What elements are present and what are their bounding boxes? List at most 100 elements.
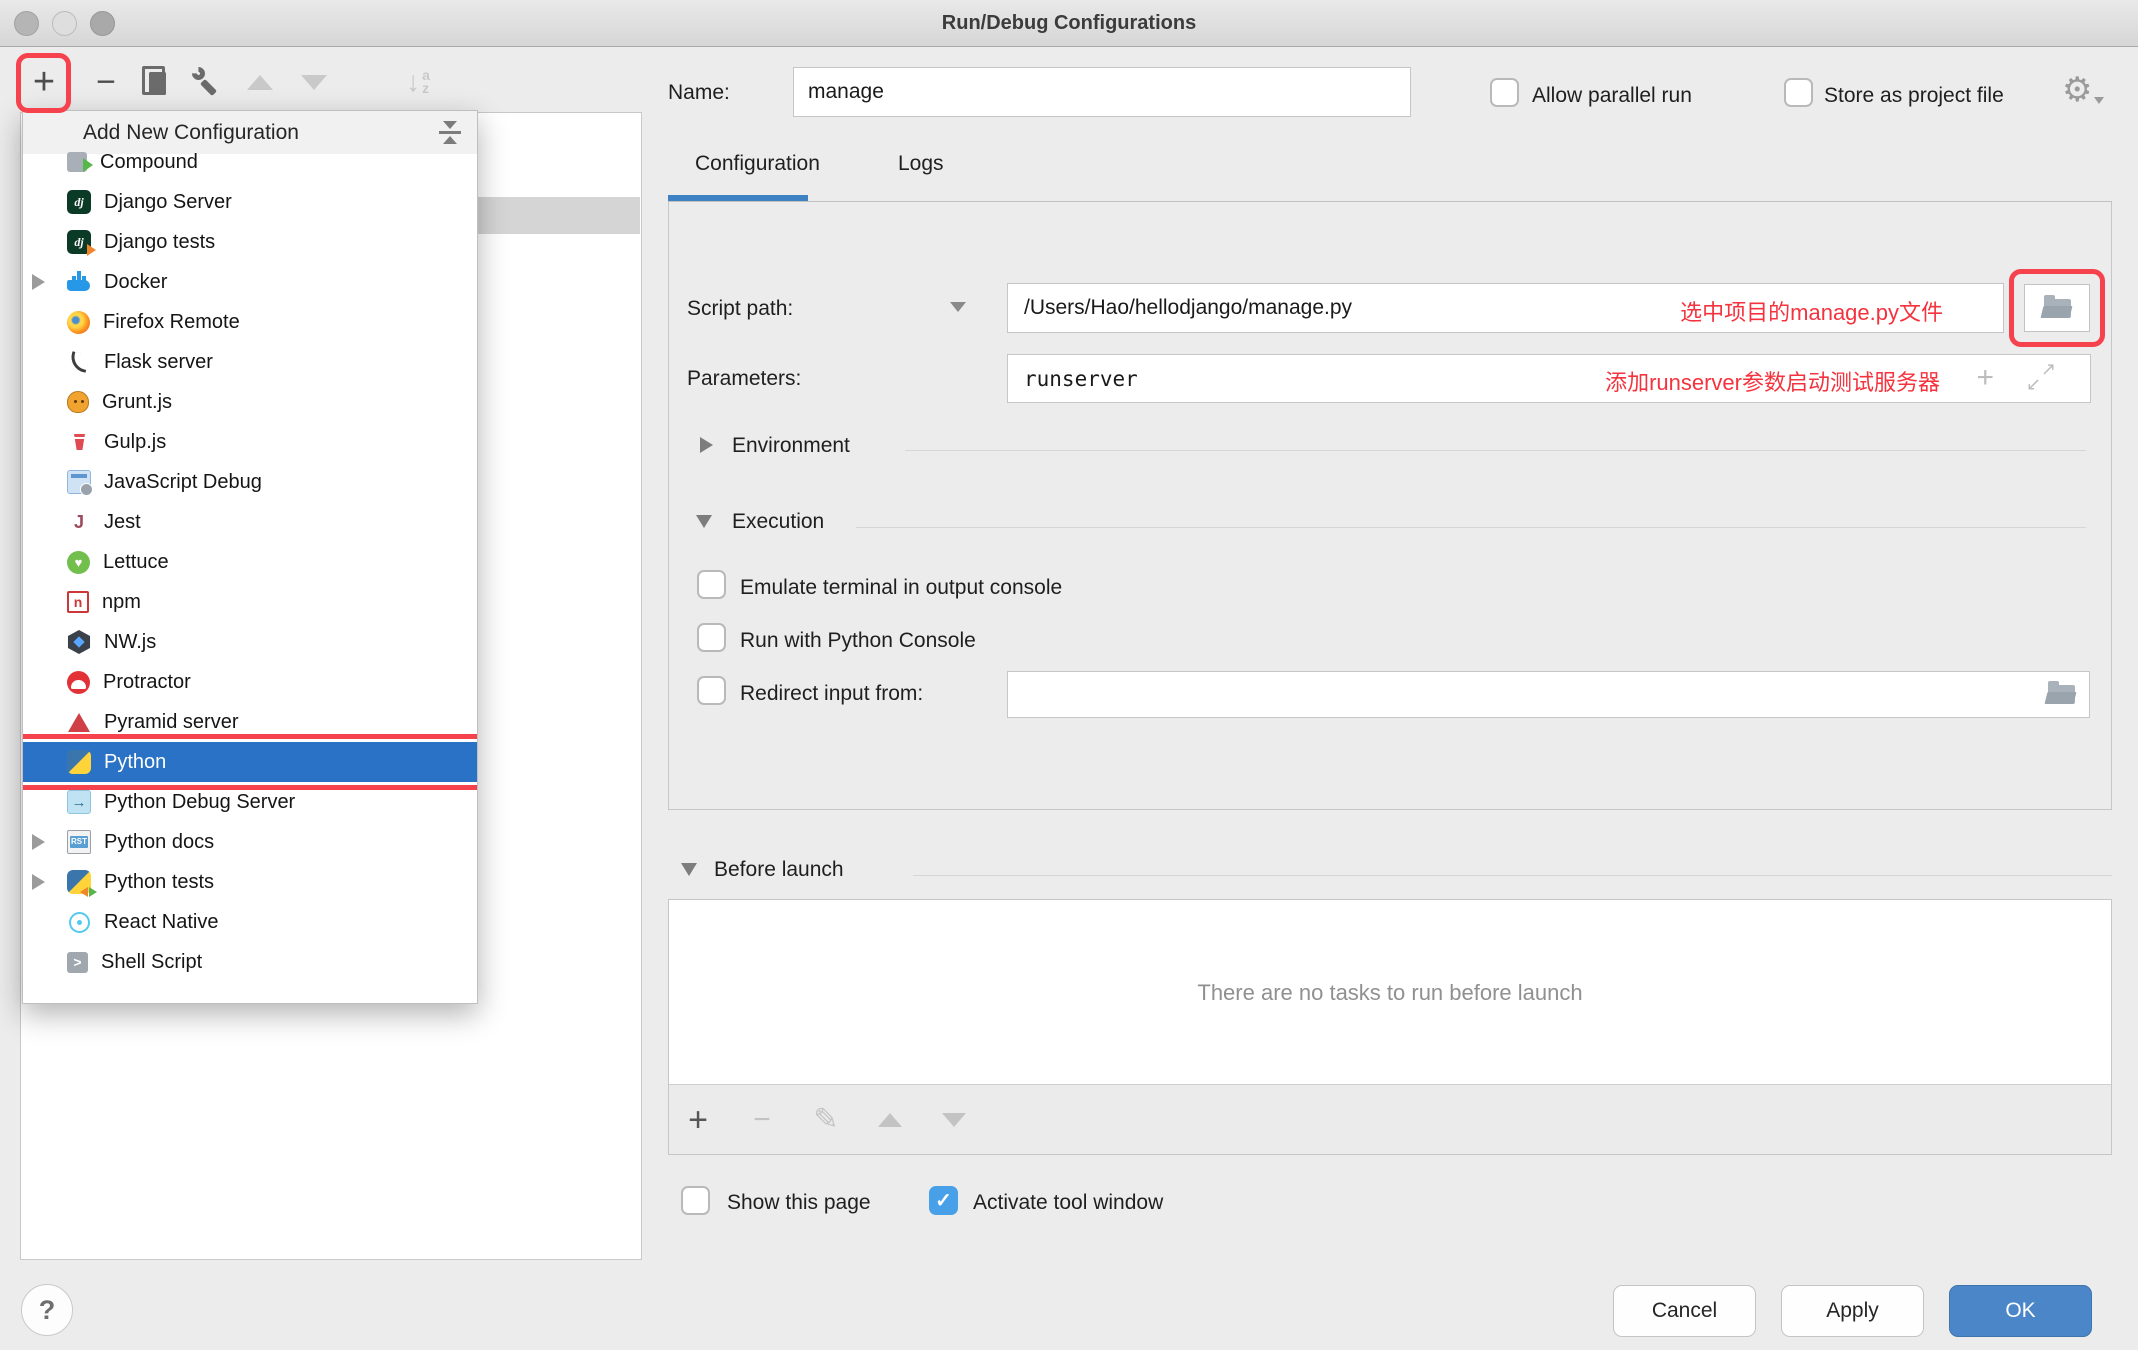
configuration-type-item-django-server[interactable]: Django Server bbox=[23, 182, 477, 222]
configuration-type-item-compound[interactable]: Compound bbox=[23, 142, 477, 182]
parameters-field[interactable]: runserver 添加runserver参数启动测试服务器 + bbox=[1007, 354, 2091, 403]
pyramid-icon bbox=[67, 710, 91, 734]
add-new-configuration-popup: Add New Configuration CompoundDjango Ser… bbox=[22, 110, 478, 1004]
move-up-button[interactable] bbox=[238, 60, 282, 104]
allow-parallel-run-checkbox[interactable] bbox=[1490, 78, 1519, 107]
flask-icon bbox=[67, 350, 91, 374]
cancel-button[interactable]: Cancel bbox=[1613, 1285, 1756, 1337]
before-launch-divider bbox=[913, 875, 2112, 876]
configuration-type-label: Django tests bbox=[104, 231, 215, 254]
activate-tool-window-checkbox[interactable] bbox=[929, 1186, 958, 1215]
tab-logs[interactable]: Logs bbox=[898, 152, 944, 176]
title-bar: Run/Debug Configurations bbox=[0, 0, 2138, 47]
configuration-type-item-firefox-remote[interactable]: Firefox Remote bbox=[23, 302, 477, 342]
collapse-all-icon[interactable] bbox=[439, 121, 461, 144]
configuration-type-item-python-tests[interactable]: Python tests bbox=[23, 862, 477, 902]
add-configuration-button[interactable] bbox=[22, 60, 66, 104]
before-launch-tasks-panel: There are no tasks to run before launch bbox=[668, 899, 2112, 1155]
traffic-lights bbox=[14, 11, 115, 36]
sort-configurations-button[interactable]: ↓ az bbox=[396, 60, 440, 104]
run-with-python-console-checkbox[interactable] bbox=[697, 623, 726, 652]
npm-icon bbox=[67, 591, 89, 613]
browse-script-path-button[interactable] bbox=[2024, 284, 2090, 332]
configuration-type-item-flask-server[interactable]: Flask server bbox=[23, 342, 477, 382]
plus-icon[interactable]: + bbox=[1976, 361, 1994, 395]
allow-parallel-run-label: Allow parallel run bbox=[1532, 84, 1692, 108]
javascript-debug-icon bbox=[67, 470, 91, 494]
edit-task-button[interactable] bbox=[809, 1103, 843, 1137]
emulate-terminal-checkbox[interactable] bbox=[697, 570, 726, 599]
move-task-up-button[interactable] bbox=[873, 1103, 907, 1137]
lettuce-icon bbox=[67, 551, 90, 574]
configuration-type-item-grunt-js[interactable]: Grunt.js bbox=[23, 382, 477, 422]
configuration-type-item-javascript-debug[interactable]: JavaScript Debug bbox=[23, 462, 477, 502]
script-path-field[interactable]: /Users/Hao/hellodjango/manage.py 选中项目的ma… bbox=[1007, 283, 2004, 333]
close-window-button[interactable] bbox=[14, 11, 39, 36]
expand-arrow-icon[interactable] bbox=[32, 834, 45, 850]
configuration-type-item-react-native[interactable]: React Native bbox=[23, 902, 477, 942]
store-as-project-file-checkbox[interactable] bbox=[1784, 78, 1813, 107]
configuration-type-item-docker[interactable]: Docker bbox=[23, 262, 477, 302]
parameters-label: Parameters: bbox=[687, 367, 801, 391]
tab-configuration[interactable]: Configuration bbox=[695, 152, 820, 176]
django-server-icon bbox=[67, 190, 91, 214]
apply-button[interactable]: Apply bbox=[1781, 1285, 1924, 1337]
environment-expand-icon[interactable] bbox=[700, 437, 713, 453]
configuration-type-item-lettuce[interactable]: Lettuce bbox=[23, 542, 477, 582]
script-path-dropdown-icon[interactable] bbox=[950, 302, 966, 312]
expand-arrow-icon[interactable] bbox=[32, 274, 45, 290]
edit-templates-wrench-button[interactable] bbox=[184, 60, 228, 104]
execution-collapse-icon[interactable] bbox=[696, 515, 712, 528]
python-debug-icon bbox=[67, 790, 91, 814]
move-down-button[interactable] bbox=[292, 60, 336, 104]
before-launch-section-label[interactable]: Before launch bbox=[714, 858, 844, 882]
configuration-type-item-shell-script[interactable]: Shell Script bbox=[23, 942, 477, 982]
tasks-toolbar bbox=[669, 1084, 2111, 1154]
show-this-page-checkbox[interactable] bbox=[681, 1186, 710, 1215]
expand-diagonal-icon[interactable] bbox=[2026, 363, 2056, 393]
configuration-type-item-pyramid-server[interactable]: Pyramid server bbox=[23, 702, 477, 742]
configuration-type-item-npm[interactable]: npm bbox=[23, 582, 477, 622]
copy-configuration-button[interactable] bbox=[134, 60, 178, 104]
redirect-input-checkbox[interactable] bbox=[697, 676, 726, 705]
configuration-type-label: Flask server bbox=[104, 351, 213, 374]
gear-icon[interactable] bbox=[2062, 70, 2102, 110]
configuration-type-item-gulp-js[interactable]: Gulp.js bbox=[23, 422, 477, 462]
configuration-type-label: Python Debug Server bbox=[104, 791, 295, 814]
configuration-type-item-python[interactable]: Python bbox=[23, 742, 477, 782]
configuration-type-item-python-debug-server[interactable]: Python Debug Server bbox=[23, 782, 477, 822]
wrench-handle-icon bbox=[200, 79, 217, 96]
remove-task-button[interactable] bbox=[745, 1103, 779, 1137]
configuration-type-label: Django Server bbox=[104, 191, 232, 214]
configuration-type-item-django-tests[interactable]: Django tests bbox=[23, 222, 477, 262]
before-launch-collapse-icon[interactable] bbox=[681, 863, 697, 876]
configuration-type-item-nw-js[interactable]: NW.js bbox=[23, 622, 477, 662]
jest-icon bbox=[67, 510, 91, 534]
move-task-down-button[interactable] bbox=[937, 1103, 971, 1137]
ok-button[interactable]: OK bbox=[1949, 1285, 2092, 1337]
parameters-value: runserver bbox=[1008, 367, 1138, 391]
zoom-window-button[interactable] bbox=[90, 11, 115, 36]
react-native-icon bbox=[67, 910, 91, 934]
folder-icon[interactable] bbox=[2048, 685, 2075, 704]
name-input[interactable] bbox=[793, 67, 1411, 117]
help-button[interactable]: ? bbox=[21, 1284, 73, 1336]
remove-configuration-button[interactable] bbox=[84, 60, 128, 104]
configuration-type-item-protractor[interactable]: Protractor bbox=[23, 662, 477, 702]
python-tests-icon bbox=[67, 870, 91, 894]
configuration-type-label: Grunt.js bbox=[102, 391, 172, 414]
redirect-input-field[interactable] bbox=[1007, 671, 2090, 718]
environment-section-label[interactable]: Environment bbox=[732, 434, 850, 458]
configuration-type-label: Jest bbox=[104, 511, 141, 534]
expand-arrow-icon[interactable] bbox=[32, 874, 45, 890]
minimize-window-button[interactable] bbox=[52, 11, 77, 36]
show-this-page-label: Show this page bbox=[727, 1191, 871, 1215]
window-title: Run/Debug Configurations bbox=[942, 12, 1196, 35]
add-task-button[interactable] bbox=[681, 1103, 715, 1137]
execution-section-label[interactable]: Execution bbox=[732, 510, 824, 534]
configuration-type-item-jest[interactable]: Jest bbox=[23, 502, 477, 542]
configuration-type-item-python-docs[interactable]: Python docs bbox=[23, 822, 477, 862]
configuration-type-label: Python docs bbox=[104, 831, 214, 854]
configuration-type-label: Lettuce bbox=[103, 551, 169, 574]
emulate-terminal-label: Emulate terminal in output console bbox=[740, 576, 1062, 600]
